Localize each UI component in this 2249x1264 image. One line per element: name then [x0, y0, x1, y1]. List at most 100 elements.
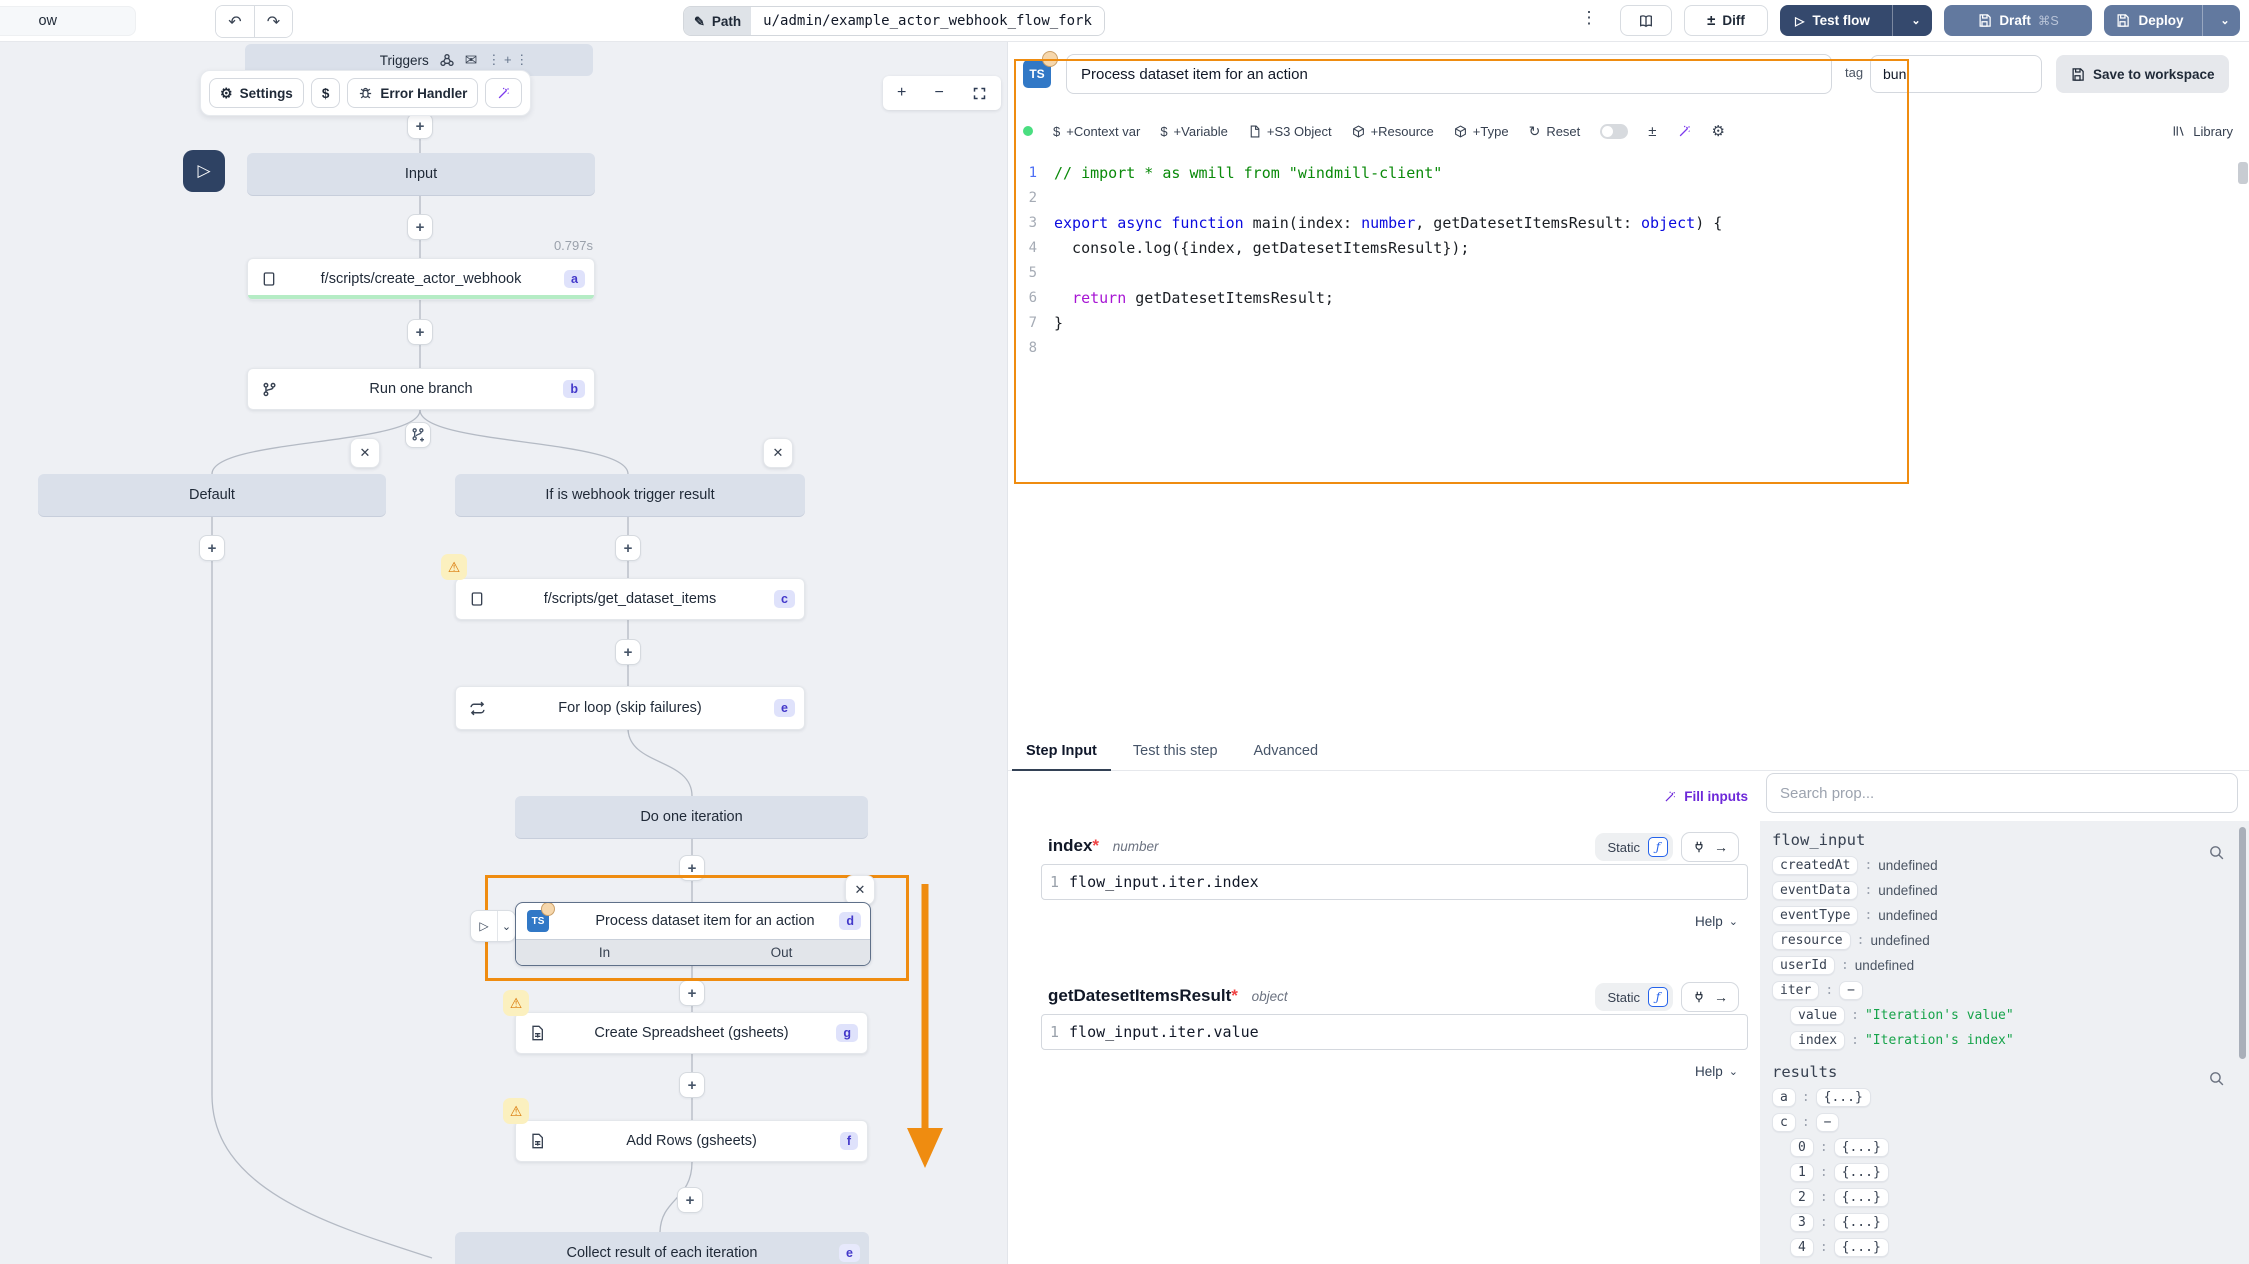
inspector-entry[interactable]: eventType:undefined: [1760, 903, 2249, 928]
inspector-entry[interactable]: createdAt:undefined: [1760, 853, 2249, 878]
node-collect-result[interactable]: Collect result of each iteration e: [455, 1232, 869, 1264]
insert-step-button[interactable]: +: [407, 113, 433, 139]
docs-button[interactable]: [1620, 5, 1672, 36]
editor-toggle[interactable]: [1600, 124, 1628, 139]
help-toggle[interactable]: Help ⌄: [1008, 914, 1748, 929]
run-step-button[interactable]: ▷: [471, 911, 497, 941]
tab-step-input[interactable]: Step Input: [1008, 737, 1115, 770]
code-editor[interactable]: 1// import * as wmill from "windmill-cli…: [1008, 160, 2249, 735]
inspector-entry[interactable]: iter:−: [1760, 978, 2249, 1003]
mail-trigger-icon[interactable]: ✉: [465, 53, 478, 68]
add-branch-button[interactable]: [405, 422, 431, 448]
inspector-scrollbar[interactable]: [2239, 827, 2246, 1059]
step-in-tab[interactable]: In: [516, 940, 693, 965]
error-handler-button[interactable]: Error Handler: [347, 78, 478, 108]
delete-branch-button[interactable]: ✕: [350, 438, 380, 468]
add-s3-object-button[interactable]: +S3 Object: [1248, 124, 1332, 139]
static-mode-toggle[interactable]: Static ƒ: [1595, 983, 1673, 1011]
inspector-entry[interactable]: value:"Iteration's value": [1760, 1003, 2249, 1028]
code-line[interactable]: 1// import * as wmill from "windmill-cli…: [1008, 160, 2249, 185]
node-process-dataset-item[interactable]: TS Process dataset item for an action d …: [515, 902, 871, 966]
tab-test-this-step[interactable]: Test this step: [1115, 737, 1236, 770]
draft-button[interactable]: Draft ⌘S: [1944, 5, 2092, 36]
delete-branch-button[interactable]: ✕: [763, 438, 793, 468]
inspector-entry[interactable]: c:−: [1760, 1110, 2249, 1135]
insert-step-button[interactable]: +: [679, 980, 705, 1006]
flow-path-chip[interactable]: ✎ Path u/admin/example_actor_webhook_flo…: [683, 6, 1105, 36]
gear-icon[interactable]: ⚙: [1712, 122, 1725, 140]
fx-mode-icon[interactable]: ƒ: [1648, 987, 1668, 1007]
webhook-icon[interactable]: [439, 52, 455, 68]
zoom-out-button[interactable]: −: [934, 84, 943, 102]
inspector-entry[interactable]: 3:{...}: [1760, 1210, 2249, 1235]
undo-button[interactable]: ↶: [216, 6, 254, 37]
add-trigger-button[interactable]: ⋮ + ⋮: [487, 52, 528, 68]
insert-step-button[interactable]: +: [407, 319, 433, 345]
inspector-entry[interactable]: a:{...}: [1760, 1085, 2249, 1110]
connect-input-button[interactable]: →: [1681, 982, 1739, 1012]
insert-step-button[interactable]: +: [679, 1072, 705, 1098]
node-add-rows[interactable]: Add Rows (gsheets) f: [515, 1120, 868, 1162]
inspector-entry[interactable]: userId:undefined: [1760, 953, 2249, 978]
search-prop-input[interactable]: Search prop...: [1766, 773, 2238, 813]
fill-inputs-button[interactable]: Fill inputs: [1008, 789, 1748, 807]
wand-icon[interactable]: [1677, 124, 1692, 139]
fx-mode-icon[interactable]: ƒ: [1648, 837, 1668, 857]
delete-step-button[interactable]: ✕: [845, 875, 875, 905]
help-toggle[interactable]: Help ⌄: [1008, 1064, 1748, 1079]
add-variable-button[interactable]: $ +Variable: [1160, 124, 1228, 139]
node-get-dataset-items[interactable]: f/scripts/get_dataset_items c: [455, 578, 805, 620]
connect-input-button[interactable]: →: [1681, 832, 1739, 862]
flow-canvas[interactable]: [0, 42, 1007, 1264]
insert-step-button[interactable]: +: [199, 535, 225, 561]
test-up-to-button[interactable]: ▷: [183, 150, 225, 192]
node-flow-input[interactable]: Input: [247, 153, 595, 195]
add-type-button[interactable]: +Type: [1454, 124, 1509, 139]
static-mode-toggle[interactable]: Static ƒ: [1595, 833, 1673, 861]
library-button[interactable]: Library: [2172, 114, 2233, 148]
diff-button[interactable]: ± Diff: [1684, 5, 1768, 36]
getdatesetitemsresult-expr-input[interactable]: 1 flow_input.iter.value: [1041, 1014, 1748, 1050]
inspector-section-title[interactable]: results: [1772, 1063, 2249, 1081]
editor-scrollbar[interactable]: [2238, 162, 2248, 184]
inspector-section-title[interactable]: flow_input: [1772, 831, 2249, 849]
reset-button[interactable]: ↻ Reset: [1529, 123, 1581, 140]
flow-settings-button[interactable]: ⚙ Settings: [209, 78, 304, 108]
node-for-loop[interactable]: For loop (skip failures) e: [455, 686, 805, 730]
code-line[interactable]: 5: [1008, 260, 2249, 285]
inspector-entry[interactable]: resource:undefined: [1760, 928, 2249, 953]
fit-view-icon[interactable]: [972, 86, 987, 101]
search-icon[interactable]: [2208, 844, 2225, 861]
code-line[interactable]: 6 return getDatesetItemsResult;: [1008, 285, 2249, 310]
code-line[interactable]: 4 console.log({index, getDatesetItemsRes…: [1008, 235, 2249, 260]
inspector-entry[interactable]: index:"Iteration's index": [1760, 1028, 2249, 1053]
code-line[interactable]: 3export async function main(index: numbe…: [1008, 210, 2249, 235]
diff-icon[interactable]: ±: [1648, 123, 1656, 140]
inspector-entry[interactable]: 1:{...}: [1760, 1160, 2249, 1185]
more-menu-button[interactable]: ⋮: [1580, 8, 1598, 28]
add-context-var-button[interactable]: $ +Context var: [1053, 124, 1140, 139]
test-flow-button[interactable]: ▷ Test flow ⌄: [1780, 5, 1932, 36]
add-resource-button[interactable]: +Resource: [1352, 124, 1434, 139]
search-icon[interactable]: [2208, 1070, 2225, 1087]
chevron-down-icon[interactable]: ⌄: [497, 911, 515, 941]
node-create-actor-webhook[interactable]: f/scripts/create_actor_webhook a: [247, 258, 595, 300]
redo-button[interactable]: ↷: [254, 6, 292, 37]
code-line[interactable]: 2: [1008, 185, 2249, 210]
node-create-spreadsheet[interactable]: Create Spreadsheet (gsheets) g: [515, 1012, 868, 1054]
node-run-one-branch[interactable]: Run one branch b: [247, 368, 595, 410]
node-do-one-iteration[interactable]: Do one iteration: [515, 796, 868, 838]
step-out-tab[interactable]: Out: [693, 940, 870, 965]
code-line[interactable]: 8: [1008, 335, 2249, 360]
inspector-entry[interactable]: 2:{...}: [1760, 1185, 2249, 1210]
insert-step-button[interactable]: +: [677, 1187, 703, 1213]
ai-assistant-button[interactable]: [485, 78, 522, 108]
inspector-entry[interactable]: 4:{...}: [1760, 1235, 2249, 1260]
tab-advanced[interactable]: Advanced: [1236, 737, 1337, 770]
chevron-down-icon[interactable]: ⌄: [1900, 14, 1932, 27]
chevron-down-icon[interactable]: ⌄: [2210, 14, 2240, 27]
node-branch-default[interactable]: Default: [38, 474, 386, 516]
node-branch-if-webhook[interactable]: If is webhook trigger result: [455, 474, 805, 516]
zoom-in-button[interactable]: +: [897, 84, 906, 102]
insert-step-button[interactable]: +: [407, 214, 433, 240]
